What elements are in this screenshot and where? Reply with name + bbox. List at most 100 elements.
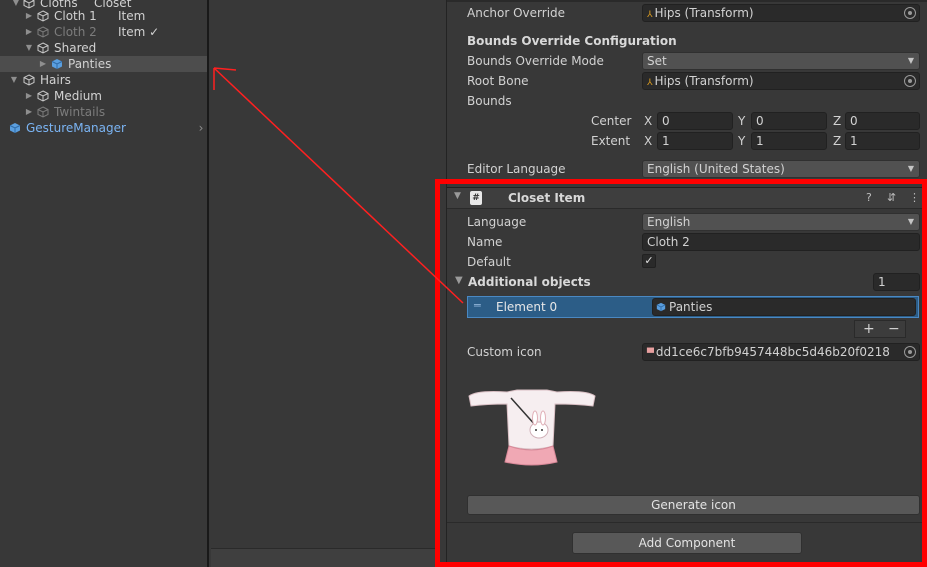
hierarchy-row-panties[interactable]: ▶ Panties (0, 56, 207, 72)
dropdown-arrow-icon: ▼ (907, 164, 914, 173)
center-y-field[interactable]: 0 (751, 112, 827, 130)
root-bone-label: Root Bone (467, 74, 529, 88)
list-add-remove-buttons: + − (854, 320, 906, 338)
icon-preview-image (468, 389, 596, 466)
transform-icon: ⅄ (647, 10, 653, 20)
extent-z-field[interactable]: 1 (845, 132, 920, 150)
bounds-override-mode-dropdown[interactable]: Set ▼ (642, 52, 920, 70)
additional-objects-label: Additional objects (468, 275, 591, 289)
element-object-field[interactable]: Panties (652, 298, 916, 316)
hierarchy-label: Panties (68, 57, 112, 71)
hierarchy-tag: Item ✓ (118, 25, 160, 39)
cube-icon (23, 74, 35, 86)
hierarchy-row-gesturemanager[interactable]: GestureManager › (0, 120, 207, 136)
axis-x-label: X (644, 114, 653, 128)
cube-icon (37, 90, 49, 102)
anchor-override-field[interactable]: ⅄ Hips (Transform) (642, 4, 920, 22)
foldout-arrow-icon[interactable]: ▼ (454, 191, 461, 201)
dropdown-value: Set (647, 54, 667, 68)
prefab-cube-icon (656, 302, 666, 312)
chevron-right-icon[interactable]: › (196, 120, 206, 136)
cube-icon (37, 26, 49, 38)
extent-x-field[interactable]: 1 (657, 132, 733, 150)
divider (447, 0, 927, 2)
root-bone-field[interactable]: ⅄ Hips (Transform) (642, 72, 920, 90)
object-picker-icon[interactable] (904, 346, 916, 358)
extent-y-field[interactable]: 1 (751, 132, 827, 150)
hierarchy-row-shared[interactable]: ▼ Shared (0, 40, 207, 56)
dropdown-value: English (United States) (647, 162, 785, 176)
element-label: Element 0 (496, 300, 558, 314)
hierarchy-label: Cloth 1 (54, 9, 97, 23)
custom-icon-field[interactable]: ▀ dd1ce6c7bfb9457448bc5d46b20f0218 (642, 343, 920, 361)
editor-language-dropdown[interactable]: English (United States) ▼ (642, 160, 920, 178)
hierarchy-row-cloth-2[interactable]: ▶ Cloth 2 Item ✓ (0, 24, 207, 40)
hierarchy-tag: Item (118, 9, 146, 23)
inspector-panel: Anchor Override ⅄ Hips (Transform) Bounds… (446, 0, 927, 567)
hierarchy-label: Medium (54, 89, 102, 103)
expand-arrow-icon[interactable]: ▼ (9, 72, 19, 88)
dropdown-value: English (647, 215, 691, 229)
hierarchy-label: Hairs (40, 73, 71, 87)
bounds-label: Bounds (467, 94, 512, 108)
collapse-arrow-icon[interactable]: ▶ (38, 56, 48, 72)
script-icon: # (470, 191, 482, 205)
remove-element-button[interactable]: − (888, 321, 900, 337)
center-x-field[interactable]: 0 (657, 112, 733, 130)
settings-icon[interactable]: ⇵ (887, 191, 896, 204)
component-title: Closet Item (508, 191, 586, 205)
foldout-arrow-icon[interactable]: ▼ (455, 275, 463, 286)
object-picker-icon[interactable] (904, 75, 916, 87)
element-value: Panties (669, 300, 713, 314)
language-label: Language (467, 215, 527, 229)
more-icon[interactable]: ⋮ (909, 191, 920, 204)
collapse-arrow-icon[interactable]: ▶ (24, 104, 34, 120)
cube-icon (37, 106, 49, 118)
hierarchy-row-cloth-1[interactable]: ▶ Cloth 1 Item (0, 8, 207, 24)
drag-handle-icon[interactable]: ═ (474, 299, 481, 312)
scene-panel (211, 0, 436, 567)
list-item-element-0[interactable]: ═ Element 0 Panties (467, 296, 919, 318)
default-checkbox[interactable]: ✓ (642, 254, 656, 268)
name-input[interactable]: Cloth 2 (642, 233, 920, 251)
collapse-arrow-icon[interactable]: ▶ (24, 8, 34, 24)
generate-icon-button[interactable]: Generate icon (467, 495, 920, 515)
custom-icon-label: Custom icon (467, 345, 542, 359)
custom-icon-value: dd1ce6c7bfb9457448bc5d46b20f0218 (655, 345, 890, 359)
editor-language-label: Editor Language (467, 162, 566, 176)
array-size-field[interactable]: 1 (873, 273, 920, 291)
center-label: Center (591, 114, 632, 128)
section-title: Bounds Override Configuration (467, 34, 677, 48)
collapse-arrow-icon[interactable]: ▶ (24, 24, 34, 40)
hierarchy-label: Cloth 2 (54, 25, 97, 39)
hierarchy-row-hairs[interactable]: ▼ Hairs (0, 72, 207, 88)
hierarchy-label: Twintails (54, 105, 106, 119)
expand-arrow-icon[interactable]: ▼ (24, 40, 34, 56)
cube-icon (37, 42, 49, 54)
hierarchy-row-twintails[interactable]: ▶ Twintails (0, 104, 207, 120)
bounds-override-mode-label: Bounds Override Mode (467, 54, 604, 68)
axis-z-label: Z (833, 114, 842, 128)
root-bone-value: Hips (Transform) (654, 74, 754, 88)
help-icon[interactable]: ? (866, 191, 872, 204)
hierarchy-label: Shared (54, 41, 97, 55)
add-component-button[interactable]: Add Component (572, 532, 802, 554)
closet-item-component-header[interactable]: ▼ # Closet Item ? ⇵ ⋮ (447, 187, 927, 209)
cube-icon (37, 10, 49, 22)
language-dropdown[interactable]: English ▼ (642, 213, 920, 231)
hierarchy-panel: ▼ Cloths Closet ▶ Cloth 1 Item ▶ Cloth 2… (0, 0, 209, 567)
axis-z-label: Z (833, 134, 842, 148)
axis-y-label: Y (738, 114, 746, 128)
extent-label: Extent (591, 134, 631, 148)
hierarchy-label: GestureManager (26, 121, 126, 135)
name-label: Name (467, 235, 503, 249)
dropdown-arrow-icon: ▼ (907, 56, 914, 65)
collapse-arrow-icon[interactable]: ▶ (24, 88, 34, 104)
object-picker-icon[interactable] (904, 7, 916, 19)
center-z-field[interactable]: 0 (845, 112, 920, 130)
prefab-cube-icon (51, 59, 63, 69)
anchor-override-value: Hips (Transform) (654, 6, 754, 20)
add-element-button[interactable]: + (863, 321, 875, 337)
hierarchy-row-medium[interactable]: ▶ Medium (0, 88, 207, 104)
axis-x-label: X (644, 134, 653, 148)
